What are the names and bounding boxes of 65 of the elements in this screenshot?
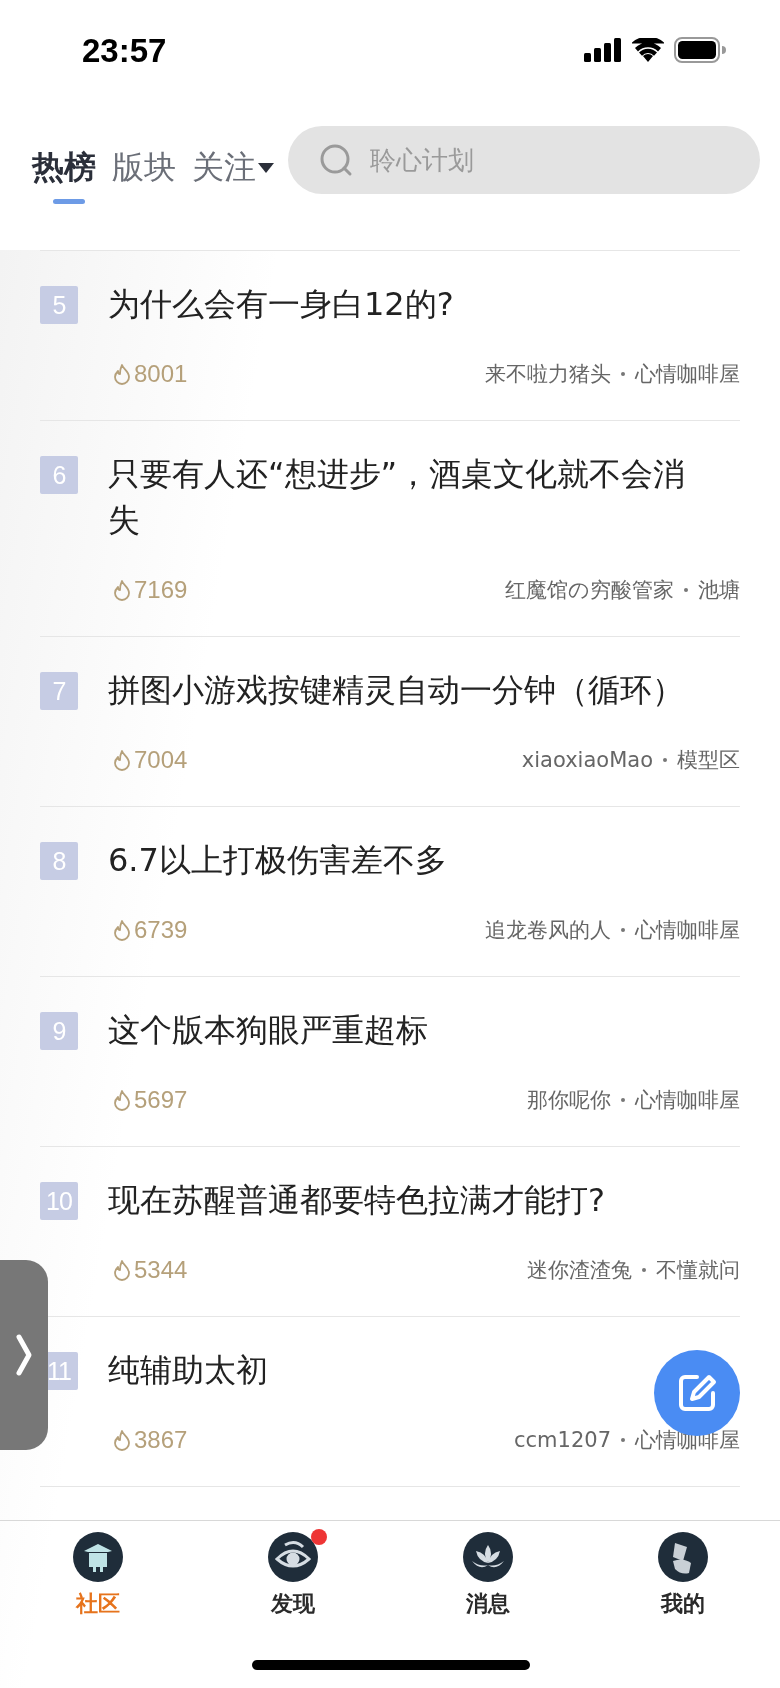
author-name[interactable]: 那你呢你 xyxy=(527,1086,611,1114)
search-field[interactable]: 聆心计划 xyxy=(288,126,760,194)
heat-count: 5344 xyxy=(134,1256,188,1284)
separator-dot xyxy=(684,588,688,592)
wifi-icon xyxy=(632,38,664,62)
separator-dot xyxy=(642,1268,646,1272)
side-drawer-handle[interactable] xyxy=(0,1260,48,1450)
heat-count: 5697 xyxy=(134,1086,188,1114)
board-name[interactable]: 池塘 xyxy=(698,576,740,604)
board-name[interactable]: 心情咖啡屋 xyxy=(635,1086,740,1114)
board-name[interactable]: 不懂就问 xyxy=(656,1256,740,1284)
separator-dot xyxy=(621,1098,625,1102)
author-name[interactable]: ccm1207 xyxy=(514,1428,611,1452)
chevron-right-icon xyxy=(15,1333,33,1377)
figure-icon xyxy=(656,1531,709,1583)
post-title[interactable]: 纯辅助太初 xyxy=(108,1347,268,1393)
rank-badge: 9 xyxy=(40,1012,78,1050)
board-name[interactable]: 心情咖啡屋 xyxy=(635,360,740,388)
nav-tab[interactable]: 发现 xyxy=(246,1521,339,1619)
eye-icon xyxy=(266,1531,319,1583)
flame-icon xyxy=(113,919,131,941)
heat-count: 3867 xyxy=(134,1426,188,1454)
tab[interactable]: 版块 xyxy=(112,130,184,206)
flame-icon xyxy=(113,363,131,385)
heat-count: 7169 xyxy=(134,576,188,604)
rank-badge: 10 xyxy=(40,1182,78,1220)
board-name[interactable]: 心情咖啡屋 xyxy=(635,916,740,944)
nav-tab[interactable]: 消息 xyxy=(441,1521,534,1619)
author-name[interactable]: 追龙卷风的人 xyxy=(485,916,611,944)
post-title[interactable]: 只要有人还“想进步”，酒桌文化就不会消失 xyxy=(108,451,704,543)
author-name[interactable]: 迷你渣渣兔 xyxy=(527,1256,632,1284)
post-title[interactable]: 拼图小游戏按键精灵自动一分钟（循环） xyxy=(108,667,684,713)
status-time: 23:57 xyxy=(82,31,167,70)
author-name[interactable]: 红魔馆の穷酸管家 xyxy=(505,576,674,604)
lotus-icon xyxy=(461,1531,514,1583)
separator-dot xyxy=(621,928,625,932)
tab[interactable]: 关注 xyxy=(192,130,282,206)
separator-dot xyxy=(621,372,625,376)
tab[interactable]: 热榜 xyxy=(32,130,104,206)
battery-icon xyxy=(674,37,726,63)
flame-icon xyxy=(113,579,131,601)
separator-dot xyxy=(621,1438,625,1442)
pavilion-icon xyxy=(71,1531,124,1583)
post-title[interactable]: 为什么会有一身白12的? xyxy=(108,281,454,327)
rank-badge: 6 xyxy=(40,456,78,494)
post-title[interactable]: 这个版本狗眼严重超标 xyxy=(108,1007,428,1053)
flame-icon xyxy=(113,1429,131,1451)
flame-icon xyxy=(113,749,131,771)
post-title[interactable]: 6.7以上打极伤害差不多 xyxy=(108,837,447,883)
post-title[interactable]: 现在苏醒普通都要特色拉满才能打? xyxy=(108,1177,605,1223)
signal-icon xyxy=(584,38,622,62)
author-name[interactable]: xiaoxiaoMao xyxy=(521,748,653,772)
rank-badge: 7 xyxy=(40,672,78,710)
nav-tab[interactable]: 社区 xyxy=(51,1521,144,1619)
separator-dot xyxy=(663,758,667,762)
heat-count: 8001 xyxy=(134,360,188,388)
heat-count: 7004 xyxy=(134,746,188,774)
flame-icon xyxy=(113,1259,131,1281)
rank-badge: 8 xyxy=(40,842,78,880)
flame-icon xyxy=(113,1089,131,1111)
rank-badge: 5 xyxy=(40,286,78,324)
author-name[interactable]: 来不啦力猪头 xyxy=(485,360,611,388)
heat-count: 6739 xyxy=(134,916,188,944)
board-name[interactable]: 模型区 xyxy=(677,746,740,774)
nav-tab[interactable]: 我的 xyxy=(636,1521,729,1619)
